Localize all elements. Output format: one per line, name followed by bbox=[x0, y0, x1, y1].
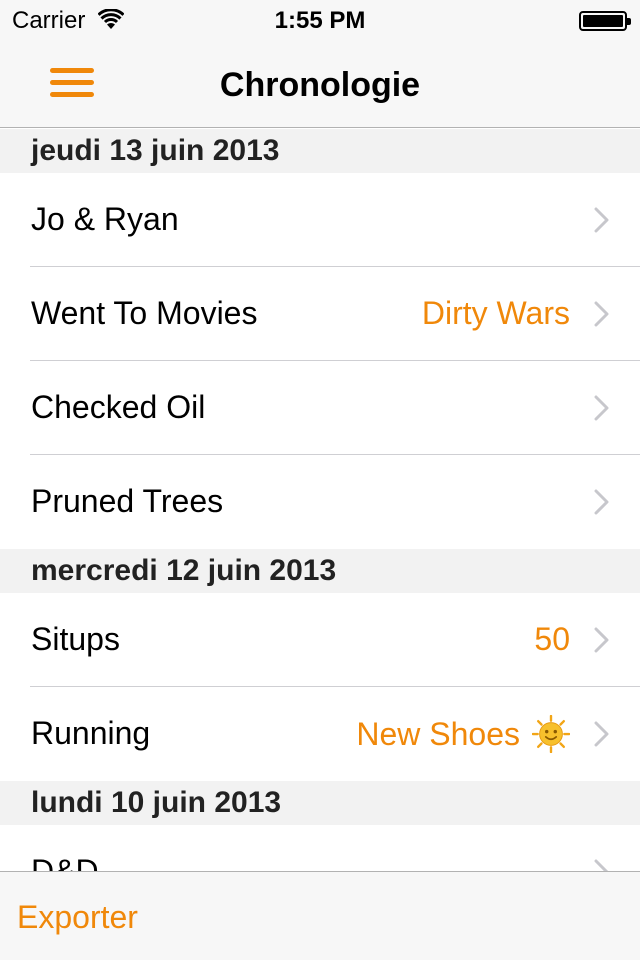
list-item-title: Went To Movies bbox=[31, 295, 258, 331]
list-item-title: Situps bbox=[31, 621, 120, 657]
list-item-title: Pruned Trees bbox=[31, 483, 224, 519]
sun-face-emoji-icon bbox=[532, 715, 570, 753]
list-item[interactable]: Situps 50 bbox=[0, 593, 640, 687]
list-item-detail: Dirty Wars bbox=[421, 295, 570, 331]
status-bar: Carrier 1:55 PM bbox=[0, 0, 640, 40]
status-time: 1:55 PM bbox=[274, 7, 366, 34]
list-item-title: Jo & Ryan bbox=[31, 201, 179, 237]
chevron-right-icon bbox=[594, 207, 609, 233]
timeline-table[interactable]: jeudi 13 juin 2013 Jo & Ryan Went To Mov… bbox=[0, 129, 640, 871]
section-header-date: jeudi 13 juin 2013 bbox=[0, 129, 640, 173]
export-button[interactable]: Exporter bbox=[17, 899, 138, 936]
list-item-title: Running bbox=[31, 715, 151, 751]
page-title: Chronologie bbox=[219, 66, 421, 104]
list-item-detail: New Shoes bbox=[356, 715, 520, 752]
list-item-detail: 50 bbox=[534, 621, 570, 657]
list-item[interactable]: Checked Oil bbox=[0, 361, 640, 455]
chevron-right-icon bbox=[594, 395, 609, 421]
list-item[interactable]: Jo & Ryan bbox=[0, 173, 640, 267]
list-item[interactable]: Running New Shoes bbox=[0, 687, 640, 781]
chevron-right-icon bbox=[594, 627, 609, 653]
section-header-date: mercredi 12 juin 2013 bbox=[0, 549, 640, 593]
list-item-title: D&D bbox=[31, 853, 99, 871]
chevron-right-icon bbox=[594, 859, 609, 871]
chevron-right-icon bbox=[594, 721, 609, 747]
list-item[interactable]: Pruned Trees bbox=[0, 455, 640, 549]
list-item-title: Checked Oil bbox=[31, 389, 206, 425]
list-item-detail-group: New Shoes bbox=[356, 715, 570, 753]
list-item[interactable]: D&D bbox=[0, 825, 640, 871]
navigation-bar: Chronologie bbox=[0, 40, 640, 128]
bottom-toolbar: Exporter bbox=[0, 871, 640, 960]
chevron-right-icon bbox=[594, 489, 609, 515]
chevron-right-icon bbox=[594, 301, 609, 327]
list-item[interactable]: Went To Movies Dirty Wars bbox=[0, 267, 640, 361]
battery-icon bbox=[579, 11, 631, 31]
section-header-date: lundi 10 juin 2013 bbox=[0, 781, 640, 825]
